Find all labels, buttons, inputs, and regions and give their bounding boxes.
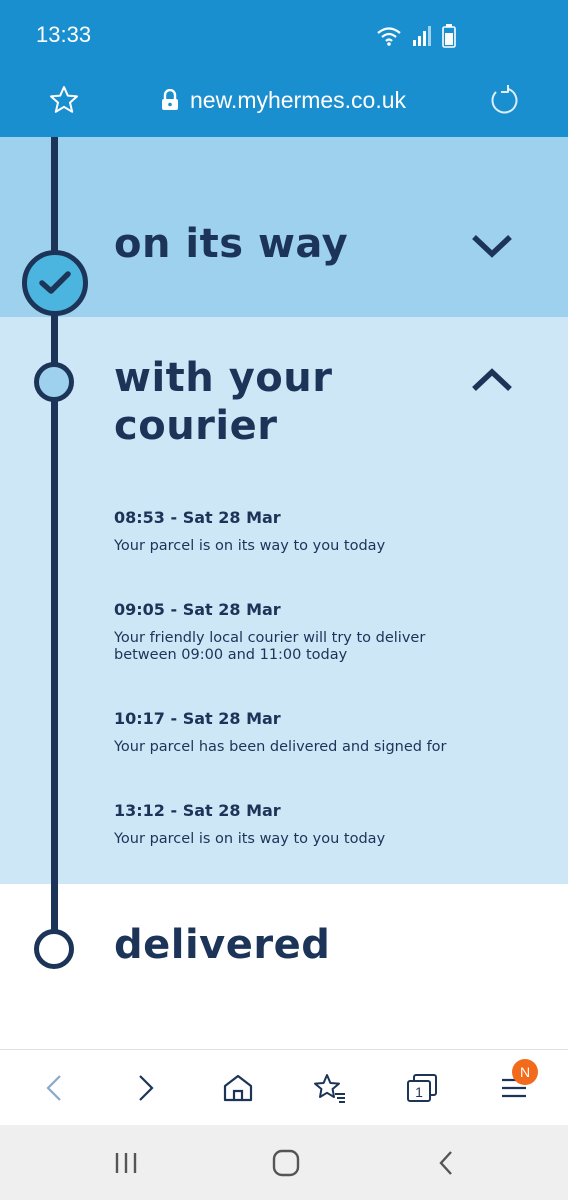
- home-icon: [223, 1074, 253, 1102]
- status-time: 13:33: [36, 22, 92, 47]
- forward-icon: [139, 1075, 154, 1101]
- event-description: Your parcel has been delivered and signe…: [114, 739, 447, 755]
- event-description: Your friendly local courier will try to …: [114, 630, 534, 664]
- checkmark-icon: [39, 271, 71, 294]
- back-system-icon: [439, 1151, 452, 1175]
- event-time: 13:12 - Sat 28 Mar: [114, 801, 281, 820]
- battery-icon: [442, 24, 456, 48]
- stage-title-line: with your: [114, 355, 333, 401]
- event-time: 10:17 - Sat 28 Mar: [114, 709, 281, 728]
- recent-apps-icon: [115, 1153, 137, 1173]
- browser-bottom-nav: 1: [0, 1049, 568, 1125]
- back-button[interactable]: [34, 1070, 74, 1106]
- event-time: 09:05 - Sat 28 Mar: [114, 600, 281, 619]
- stage-title-delivered: delivered: [114, 922, 331, 968]
- reload-icon[interactable]: [488, 84, 520, 116]
- status-icons: [376, 24, 456, 48]
- tracking-event: 08:53 - Sat 28 Mar Your parcel is on its…: [114, 508, 534, 555]
- bookmarks-button[interactable]: [310, 1070, 350, 1106]
- url-display[interactable]: new.myhermes.co.uk: [160, 84, 406, 116]
- menu-notification-badge: N: [512, 1059, 538, 1085]
- tracking-event: 13:12 - Sat 28 Mar Your parcel is on its…: [114, 801, 534, 848]
- forward-button[interactable]: [126, 1070, 166, 1106]
- tabs-icon: 1: [407, 1074, 437, 1102]
- signal-icon: [413, 26, 431, 46]
- stage-title-on-its-way: on its way: [114, 221, 349, 267]
- tabs-button[interactable]: 1: [402, 1070, 442, 1106]
- wifi-icon: [377, 27, 401, 46]
- star-icon[interactable]: [48, 84, 80, 116]
- lock-icon: [162, 89, 178, 110]
- status-bar: 13:33: [0, 0, 568, 72]
- event-description: Your parcel is on its way to you today: [114, 538, 386, 554]
- chevron-up-icon[interactable]: [470, 366, 514, 394]
- event-time: 08:53 - Sat 28 Mar: [114, 508, 281, 527]
- event-description-line: Your friendly local courier will try to …: [114, 630, 426, 646]
- tabs-count: 1: [415, 1084, 423, 1100]
- stage-title-line: courier: [114, 403, 278, 449]
- recent-apps-button[interactable]: [106, 1147, 146, 1179]
- event-description: Your parcel is on its way to you today: [114, 831, 386, 847]
- home-button[interactable]: [218, 1070, 258, 1106]
- url-text: new.myhermes.co.uk: [190, 86, 407, 113]
- tracking-event: 10:17 - Sat 28 Mar Your parcel has been …: [114, 709, 534, 756]
- back-icon: [46, 1075, 61, 1101]
- timeline-node-pending: [34, 929, 74, 969]
- timeline-node-current: [34, 362, 74, 402]
- stage-title-with-your-courier: with your courier: [114, 354, 332, 450]
- timeline-node-complete: [22, 250, 88, 316]
- event-description-line: between 09:00 and 11:00 today: [114, 647, 348, 663]
- home-system-icon: [272, 1149, 300, 1177]
- bookmarks-icon: [314, 1074, 345, 1103]
- home-system-button[interactable]: [266, 1147, 306, 1179]
- tracking-event: 09:05 - Sat 28 Mar Your friendly local c…: [114, 600, 534, 664]
- system-nav-bar: [0, 1125, 568, 1200]
- chevron-down-icon[interactable]: [470, 232, 514, 260]
- back-system-button[interactable]: [426, 1147, 466, 1179]
- browser-url-bar: new.myhermes.co.uk: [0, 72, 568, 137]
